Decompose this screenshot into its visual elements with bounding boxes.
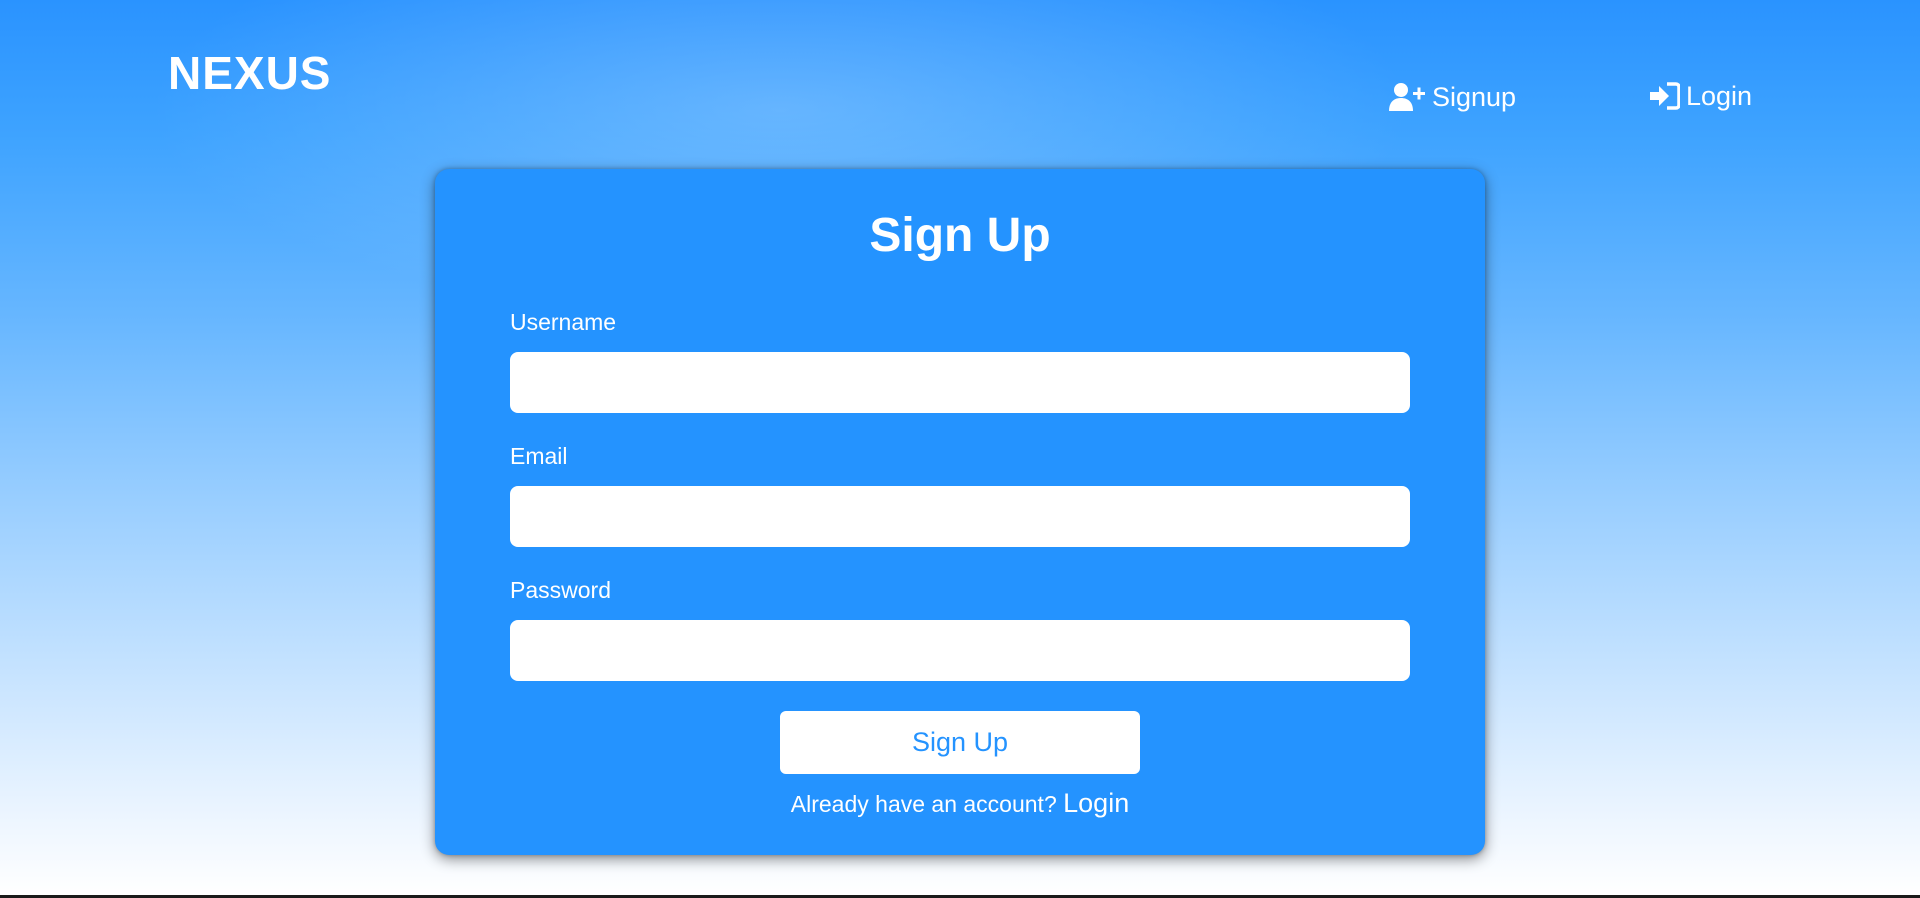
- form-title: Sign Up: [869, 209, 1051, 262]
- nav-login-label: Login: [1686, 80, 1753, 111]
- nav-login-link[interactable]: Login: [1650, 82, 1752, 110]
- email-label: Email: [510, 443, 568, 469]
- username-label: Username: [510, 309, 617, 335]
- email-input[interactable]: [510, 486, 1410, 547]
- password-label: Password: [510, 577, 611, 603]
- nav-signup-link[interactable]: Signup: [1389, 82, 1516, 112]
- login-prompt-text: Already have an account?: [790, 791, 1057, 817]
- nav-signup-label: Signup: [1432, 81, 1517, 112]
- signup-submit-button[interactable]: Sign Up: [780, 711, 1140, 774]
- sign-in-icon: [1650, 82, 1680, 110]
- username-input[interactable]: [510, 352, 1410, 413]
- password-input[interactable]: [510, 620, 1410, 681]
- brand-logo[interactable]: NEXUS: [168, 50, 331, 96]
- login-link[interactable]: Login: [1063, 788, 1129, 818]
- signup-card: Sign Up Username Email Password Sign Up …: [435, 169, 1485, 855]
- login-prompt: Already have an account? Login: [435, 787, 1485, 819]
- user-plus-icon: [1389, 82, 1426, 112]
